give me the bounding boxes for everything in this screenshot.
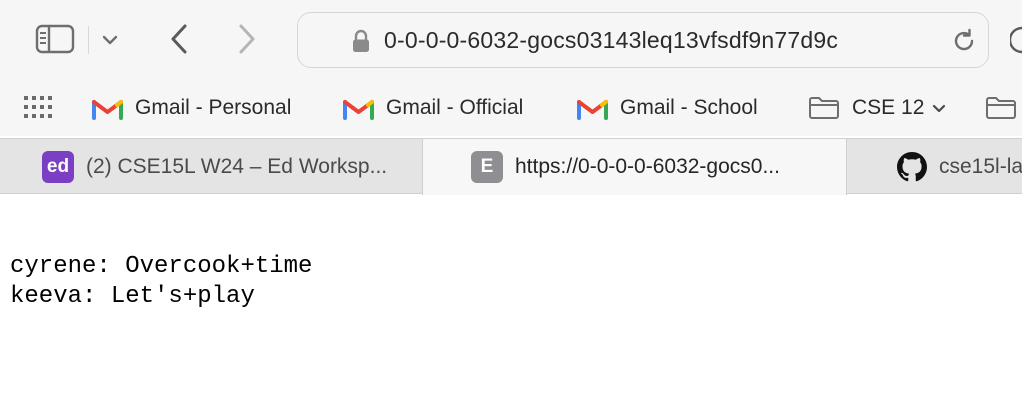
url-text: 0-0-0-0-6032-gocs03143leq13vfsdf9n77d9c bbox=[384, 27, 839, 53]
address-bar[interactable]: 0-0-0-0-6032-gocs03143leq13vfsdf9n77d9c bbox=[297, 12, 989, 68]
share-icon[interactable] bbox=[1010, 20, 1022, 60]
bookmark-label: Gmail - Official bbox=[386, 96, 524, 119]
tab-ed-workspace[interactable]: ed (2) CSE15L W24 – Ed Worksp... bbox=[0, 139, 422, 195]
letter-e-icon: E bbox=[471, 151, 503, 183]
bookmark-folder-overflow[interactable] bbox=[985, 80, 1022, 136]
ed-icon: ed bbox=[42, 151, 74, 183]
tab-bar: ed (2) CSE15L W24 – Ed Worksp... E https… bbox=[0, 138, 1022, 195]
back-arrow-icon[interactable] bbox=[160, 20, 198, 58]
tab-label: https://0-0-0-0-6032-gocs0... bbox=[515, 155, 780, 178]
toolbar-divider bbox=[88, 26, 89, 54]
message-line: keeva: Let's+play bbox=[10, 283, 255, 310]
github-icon bbox=[897, 152, 927, 182]
tab-label: cse15l-lab bbox=[939, 155, 1022, 178]
bookmark-gmail-personal[interactable]: Gmail - Personal bbox=[92, 80, 291, 136]
chevron-down-icon bbox=[933, 104, 946, 112]
page-content: cyrene: Overcook+time keeva: Let's+play bbox=[0, 195, 1022, 410]
gmail-icon bbox=[577, 99, 608, 120]
bookmark-gmail-school[interactable]: Gmail - School bbox=[577, 80, 758, 136]
bookmark-label: CSE 12 bbox=[852, 96, 925, 119]
tab-github[interactable]: cse15l-lab bbox=[847, 139, 1022, 195]
tab-active-page[interactable]: E https://0-0-0-0-6032-gocs0... bbox=[422, 139, 847, 195]
chevron-down-icon[interactable] bbox=[98, 28, 122, 52]
tab-label: (2) CSE15L W24 – Ed Worksp... bbox=[86, 155, 388, 178]
sidebar-toggle-icon[interactable] bbox=[34, 22, 76, 56]
folder-icon bbox=[986, 97, 1016, 119]
lock-icon bbox=[353, 29, 369, 52]
folder-icon bbox=[809, 97, 839, 119]
browser-toolbar: 0-0-0-0-6032-gocs03143leq13vfsdf9n77d9c bbox=[0, 0, 1022, 80]
gmail-icon bbox=[343, 99, 374, 120]
forward-arrow-icon[interactable] bbox=[228, 20, 266, 58]
apps-grid-icon[interactable] bbox=[24, 96, 52, 118]
reload-icon[interactable] bbox=[950, 27, 978, 55]
bookmarks-bar: Gmail - Personal Gmail - Official Gmail … bbox=[0, 80, 1022, 136]
gmail-icon bbox=[92, 99, 123, 120]
bookmark-label: Gmail - School bbox=[620, 96, 758, 119]
bookmark-label: Gmail - Personal bbox=[135, 96, 292, 119]
bookmark-folder-cse12[interactable]: CSE 12 bbox=[808, 80, 946, 136]
bookmark-gmail-official[interactable]: Gmail - Official bbox=[343, 80, 523, 136]
message-line: cyrene: Overcook+time bbox=[10, 253, 313, 280]
